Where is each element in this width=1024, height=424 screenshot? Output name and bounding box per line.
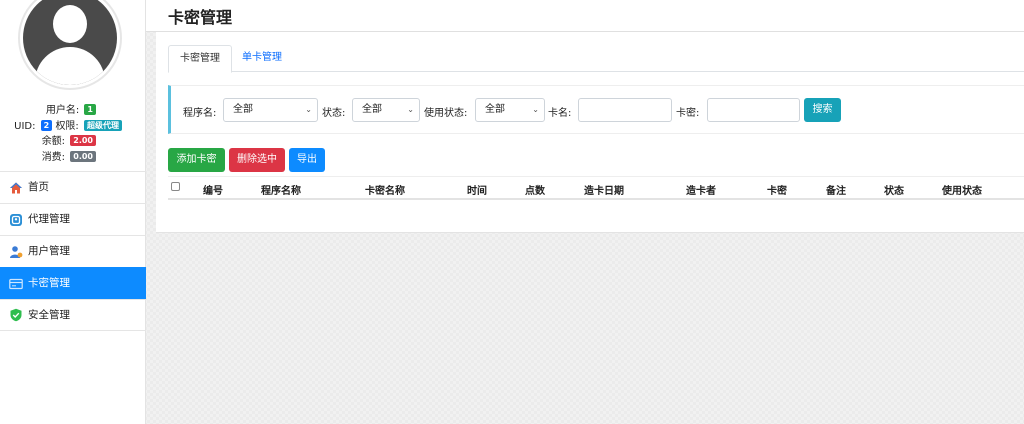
shield-icon <box>9 308 23 322</box>
column-header[interactable]: 程序名称 <box>261 182 301 197</box>
column-header[interactable]: 状态 <box>884 182 904 197</box>
avatar-placeholder-icon <box>23 0 117 85</box>
column-header[interactable]: 点数 <box>525 182 545 197</box>
sidebar-item-label: 安全管理 <box>28 308 70 321</box>
chevron-down-icon: ⌄ <box>532 105 539 114</box>
card-icon <box>9 277 23 291</box>
table-header-row: 编号 程序名称 卡密名称 时间 点数 造卡日期 造卡者 卡密 备注 状态 使用状… <box>168 176 1024 200</box>
program-select[interactable]: 全部 ⌄ <box>223 98 318 122</box>
uid-label: UID: <box>14 120 36 132</box>
agent-icon <box>9 213 23 227</box>
use-status-label: 使用状态: <box>424 108 468 119</box>
column-header[interactable]: 造卡者 <box>686 182 716 197</box>
card-name-input[interactable] <box>578 98 672 122</box>
sidebar-menu: 首页 代理管理 用户管理 卡密管理 安全管理 <box>0 171 146 331</box>
select-all-checkbox[interactable] <box>171 182 180 191</box>
spent-line: 消费: 0.00 <box>0 150 146 166</box>
avatar[interactable] <box>18 0 122 90</box>
tab-card-management[interactable]: 卡密管理 <box>168 45 232 73</box>
spent-label: 消费: <box>41 151 66 163</box>
sidebar-item-security[interactable]: 安全管理 <box>0 299 146 331</box>
sidebar-item-label: 卡密管理 <box>28 277 70 289</box>
status-select-value: 全部 <box>362 104 382 115</box>
tab-bar: 卡密管理 单卡管理 <box>168 45 1024 73</box>
delete-selected-button[interactable]: 删除选中 <box>229 148 285 172</box>
sidebar-item-label: 用户管理 <box>28 245 70 257</box>
sidebar-item-label: 代理管理 <box>28 213 70 225</box>
sidebar-item-home[interactable]: 首页 <box>0 171 146 203</box>
role-label: 权限: <box>55 120 79 132</box>
add-card-button[interactable]: 添加卡密 <box>168 148 225 172</box>
balance-badge: 2.00 <box>70 135 96 146</box>
program-select-value: 全部 <box>233 104 253 115</box>
sidebar-item-users[interactable]: 用户管理 <box>0 235 146 267</box>
chevron-down-icon: ⌄ <box>305 105 312 114</box>
column-header[interactable]: 使用状态 <box>942 182 982 197</box>
balance-line: 余额: 2.00 <box>0 134 146 150</box>
user-icon <box>9 245 23 259</box>
program-label: 程序名: <box>183 108 217 119</box>
column-header[interactable]: 造卡日期 <box>584 182 624 197</box>
use-status-select[interactable]: 全部 ⌄ <box>475 98 545 122</box>
card-key-input[interactable] <box>707 98 800 122</box>
search-button[interactable]: 搜索 <box>804 98 841 122</box>
sidebar-item-cards[interactable]: 卡密管理 <box>0 267 146 299</box>
uid-badge: 2 <box>40 119 53 131</box>
username-badge: 1 <box>84 104 96 115</box>
column-header[interactable]: 时间 <box>467 182 487 197</box>
use-status-select-value: 全部 <box>485 104 505 115</box>
page-header: 卡密管理 <box>146 0 1024 32</box>
username-label: 用户名: <box>45 105 80 116</box>
status-label: 状态: <box>322 108 346 119</box>
sidebar: 用户名: 1 UID: 2 权限: 超级代理 余额: 2.00 消费: 0.00… <box>0 0 146 424</box>
export-button[interactable]: 导出 <box>289 148 325 172</box>
column-header[interactable]: 编号 <box>203 182 223 197</box>
spent-badge: 0.00 <box>70 150 96 162</box>
sidebar-item-agents[interactable]: 代理管理 <box>0 203 146 235</box>
card-key-label: 卡密: <box>676 108 700 119</box>
sidebar-item-label: 首页 <box>28 181 49 193</box>
column-header[interactable]: 卡密 <box>767 182 787 197</box>
username-line: 用户名: 1 <box>0 103 146 119</box>
column-header[interactable]: 卡密名称 <box>365 182 405 197</box>
status-select[interactable]: 全部 ⌄ <box>352 98 420 122</box>
card-name-label: 卡名: <box>548 108 572 119</box>
role-badge: 超级代理 <box>84 119 122 131</box>
uid-line: UID: 2 权限: 超级代理 <box>0 119 146 135</box>
tab-single-card[interactable]: 单卡管理 <box>231 45 293 72</box>
balance-label: 余额: <box>41 136 66 147</box>
chevron-down-icon: ⌄ <box>407 105 414 114</box>
filter-bar: 程序名: 全部 ⌄ 状态: 全部 ⌄ 使用状态: 全部 ⌄ 卡名: 卡密: 搜索 <box>168 85 1024 134</box>
page-title: 卡密管理 <box>168 8 233 27</box>
user-info: 用户名: 1 UID: 2 权限: 超级代理 余额: 2.00 消费: 0.00 <box>0 103 146 165</box>
card-management-panel: 卡密管理 单卡管理 程序名: 全部 ⌄ 状态: 全部 ⌄ 使用状态: 全部 ⌄ … <box>156 32 1024 233</box>
column-header[interactable]: 备注 <box>826 182 846 197</box>
home-icon <box>9 181 23 195</box>
